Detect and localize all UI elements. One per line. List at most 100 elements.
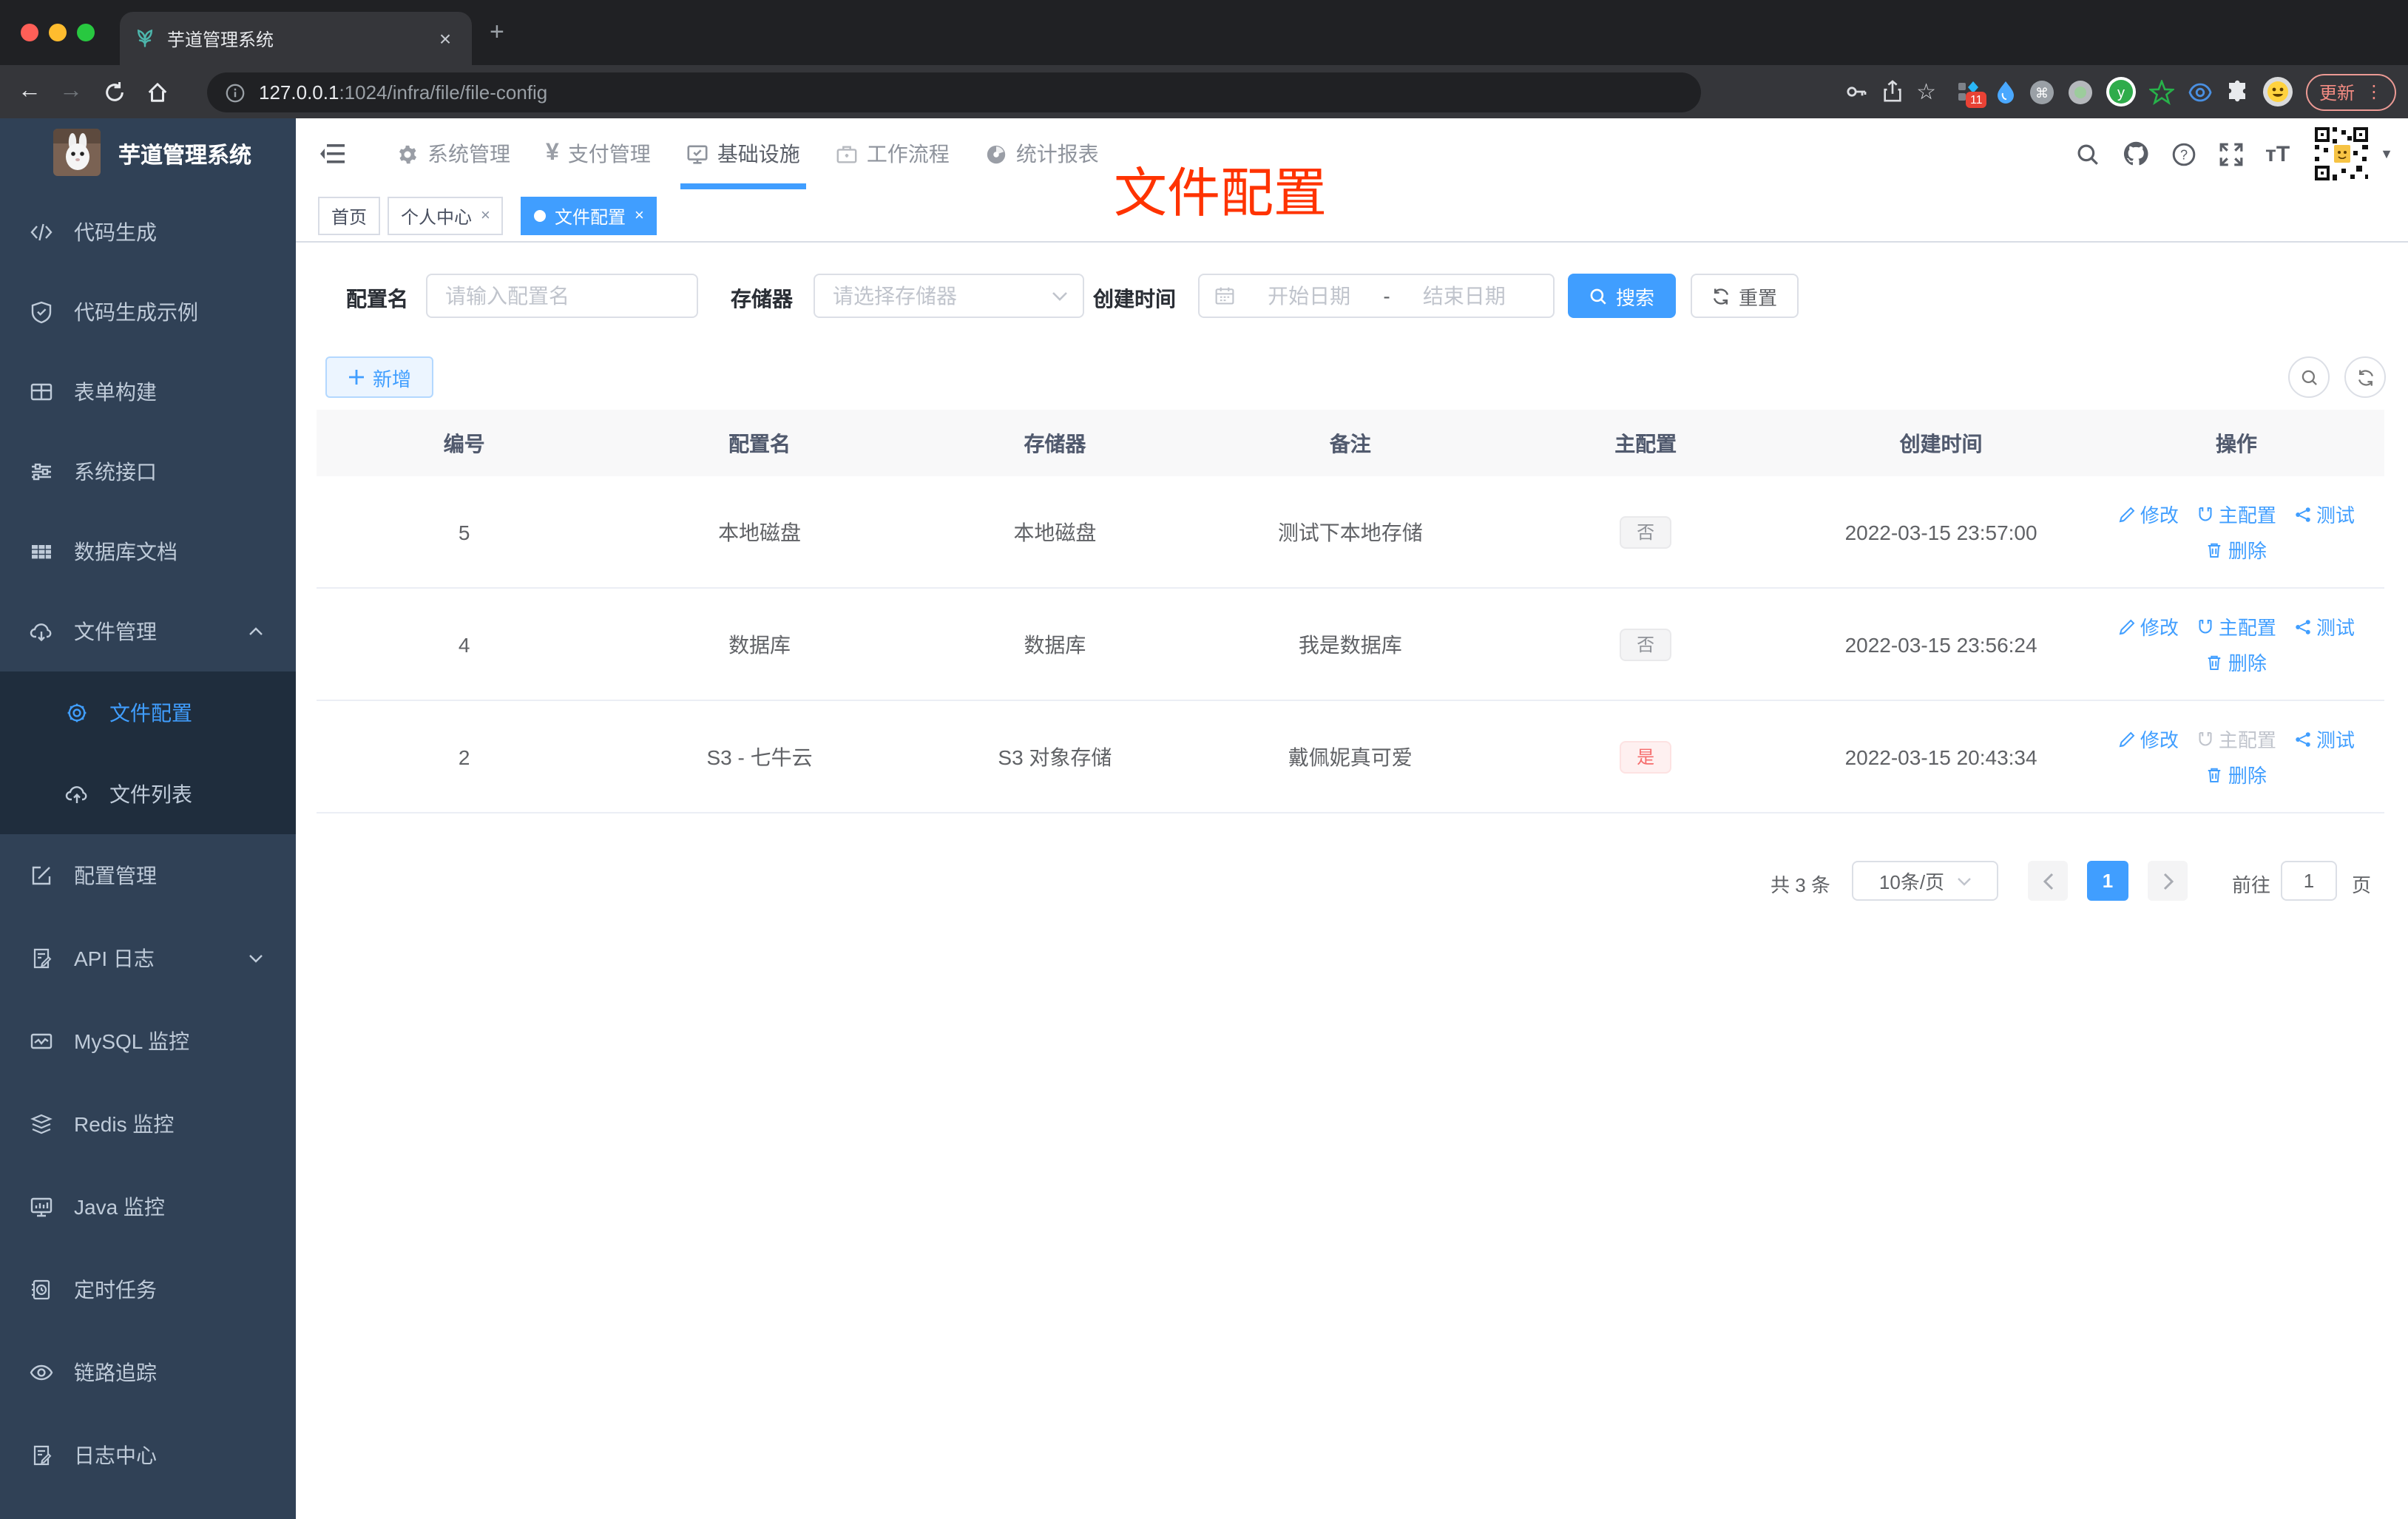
tab-close-icon[interactable]: × (433, 27, 457, 50)
reset-button[interactable]: 重置 (1691, 274, 1799, 318)
prev-page-button[interactable] (2028, 861, 2068, 901)
sidebar-item-java-monitor[interactable]: Java 监控 (0, 1166, 296, 1248)
master-config-link[interactable]: 主配置 (2196, 500, 2276, 528)
extension-eye-icon[interactable] (2188, 79, 2213, 104)
browser-menu-icon[interactable]: ⋮ (2365, 81, 2383, 102)
main-area: 系统管理 ¥ 支付管理 基础设施 工作流程 统计报表 ? тT ▼ 首页 个人中… (296, 118, 2408, 1519)
extensions-puzzle-icon[interactable] (2226, 80, 2250, 104)
date-range-input[interactable]: 开始日期 - 结束日期 (1198, 274, 1555, 318)
delete-link[interactable]: 删除 (2206, 760, 2267, 788)
menu-label: 统计报表 (1015, 142, 1099, 166)
sidebar-item-system-api[interactable]: 系统接口 (0, 432, 296, 512)
sidebar-item-file-management[interactable]: 文件管理 (0, 592, 296, 671)
address-bar[interactable]: 127.0.0.1:1024/infra/file/file-config (207, 72, 1701, 112)
test-link[interactable]: 测试 (2294, 612, 2355, 640)
extension-colorzilla-icon[interactable]: 11 (1957, 78, 1987, 108)
user-avatar[interactable] (2312, 124, 2372, 183)
menu-system-management[interactable]: 系统管理 (379, 118, 528, 189)
search-button[interactable]: 搜索 (1568, 274, 1676, 318)
page-size-select[interactable]: 10条/页 (1852, 861, 1998, 901)
favicon-plant-icon (135, 28, 155, 49)
storage-select[interactable]: 请选择存储器 (814, 274, 1084, 318)
next-page-button[interactable] (2148, 861, 2188, 901)
menu-reports[interactable]: 统计报表 (967, 118, 1117, 189)
goto-page-input[interactable]: 1 (2281, 861, 2337, 901)
tag-label: 文件配置 (555, 206, 626, 227)
home-icon[interactable] (146, 81, 169, 103)
window-close-button[interactable] (21, 24, 38, 41)
extension-y-icon[interactable]: y (2106, 77, 2136, 106)
sidebar-item-scheduled-tasks[interactable]: 定时任务 (0, 1248, 296, 1331)
window-zoom-button[interactable] (77, 24, 95, 41)
sidebar-item-file-config[interactable]: 文件配置 (0, 671, 296, 753)
cell-id: 5 (458, 520, 470, 544)
code-icon (30, 220, 53, 244)
share-icon[interactable] (1881, 80, 1903, 104)
header-search-icon[interactable] (2074, 141, 2100, 166)
back-icon[interactable]: ← (18, 79, 41, 104)
fullscreen-icon[interactable] (2218, 141, 2243, 166)
github-icon[interactable] (2122, 141, 2148, 167)
profile-emoji-icon[interactable] (2262, 77, 2293, 106)
sidebar-item-mysql-monitor[interactable]: MySQL 监控 (0, 1000, 296, 1083)
site-info-icon[interactable] (225, 82, 246, 103)
sidebar-menu: 代码生成 代码生成示例 表单构建 系统接口 数据库文档 文件管理 文件配置 文件… (0, 192, 296, 1497)
date-end-placeholder[interactable]: 结束日期 (1423, 281, 1506, 311)
master-config-link[interactable]: 主配置 (2196, 612, 2276, 640)
forward-icon[interactable]: → (59, 79, 83, 104)
menu-workflow[interactable]: 工作流程 (818, 118, 967, 189)
name-input[interactable] (426, 274, 698, 318)
sidebar-item-file-list[interactable]: 文件列表 (0, 753, 296, 834)
add-button[interactable]: 新增 (325, 356, 433, 398)
menu-infrastructure[interactable]: 基础设施 (669, 118, 818, 189)
reload-icon[interactable] (104, 81, 126, 103)
key-icon[interactable] (1844, 80, 1867, 104)
tag-profile[interactable]: 个人中心 × (388, 197, 504, 235)
sidebar-item-code-demo[interactable]: 代码生成示例 (0, 272, 296, 352)
current-page-button[interactable]: 1 (2087, 861, 2128, 901)
menu-payment-management[interactable]: ¥ 支付管理 (528, 118, 669, 189)
name-input-field[interactable] (427, 284, 697, 308)
sidebar-item-config-management[interactable]: 配置管理 (0, 834, 296, 917)
bookmark-star-icon[interactable]: ☆ (1916, 78, 1936, 105)
master-tag: 否 (1620, 515, 1672, 548)
extension-drop-icon[interactable] (1995, 79, 2016, 104)
test-link[interactable]: 测试 (2294, 725, 2355, 753)
font-size-icon[interactable]: тT (2265, 141, 2290, 166)
sidebar-item-code-gen[interactable]: 代码生成 (0, 192, 296, 272)
test-link[interactable]: 测试 (2294, 500, 2355, 528)
menu-label: 基础设施 (717, 142, 800, 166)
sidebar-item-log-center[interactable]: 日志中心 (0, 1414, 296, 1497)
sidebar-item-tracing[interactable]: 链路追踪 (0, 1331, 296, 1414)
tag-home[interactable]: 首页 (318, 197, 381, 235)
chrome-update-button[interactable]: 更新 ⋮ (2305, 73, 2396, 110)
tag-file-config[interactable]: 文件配置 × (521, 197, 657, 235)
sidebar-toggle-icon[interactable] (319, 142, 346, 166)
sidebar-logo[interactable]: 芋道管理系统 (0, 118, 296, 192)
caret-down-icon[interactable]: ▼ (2380, 146, 2393, 161)
edit-link[interactable]: 修改 (2118, 725, 2179, 753)
sidebar-item-redis-monitor[interactable]: Redis 监控 (0, 1083, 296, 1166)
browser-tab[interactable]: 芋道管理系统 × (120, 12, 472, 65)
delete-link[interactable]: 删除 (2206, 648, 2267, 676)
edit-link[interactable]: 修改 (2118, 612, 2179, 640)
tag-close-icon[interactable]: × (635, 207, 644, 225)
delete-link[interactable]: 删除 (2206, 535, 2267, 564)
tag-close-icon[interactable]: × (481, 207, 490, 225)
extension-star-icon[interactable] (2148, 79, 2174, 104)
edit-link[interactable]: 修改 (2118, 500, 2179, 528)
table-search-toggle-button[interactable] (2288, 356, 2330, 398)
window-minimize-button[interactable] (49, 24, 67, 41)
navbar-right: ? тT ▼ (2074, 118, 2393, 189)
cell-created: 2022-03-15 23:57:00 (1844, 520, 2037, 544)
sidebar-item-label: 文件配置 (109, 700, 192, 724)
sidebar-item-form-builder[interactable]: 表单构建 (0, 352, 296, 432)
sidebar-item-db-doc[interactable]: 数据库文档 (0, 512, 296, 592)
extension-gray-circle-icon[interactable] (2068, 79, 2093, 104)
extension-command-icon[interactable]: ⌘ (2029, 79, 2054, 104)
table-refresh-button[interactable] (2344, 356, 2386, 398)
new-tab-button[interactable]: + (490, 18, 504, 46)
date-start-placeholder[interactable]: 开始日期 (1268, 281, 1350, 311)
sidebar-item-api-log[interactable]: API 日志 (0, 917, 296, 1000)
help-icon[interactable]: ? (2171, 141, 2196, 166)
